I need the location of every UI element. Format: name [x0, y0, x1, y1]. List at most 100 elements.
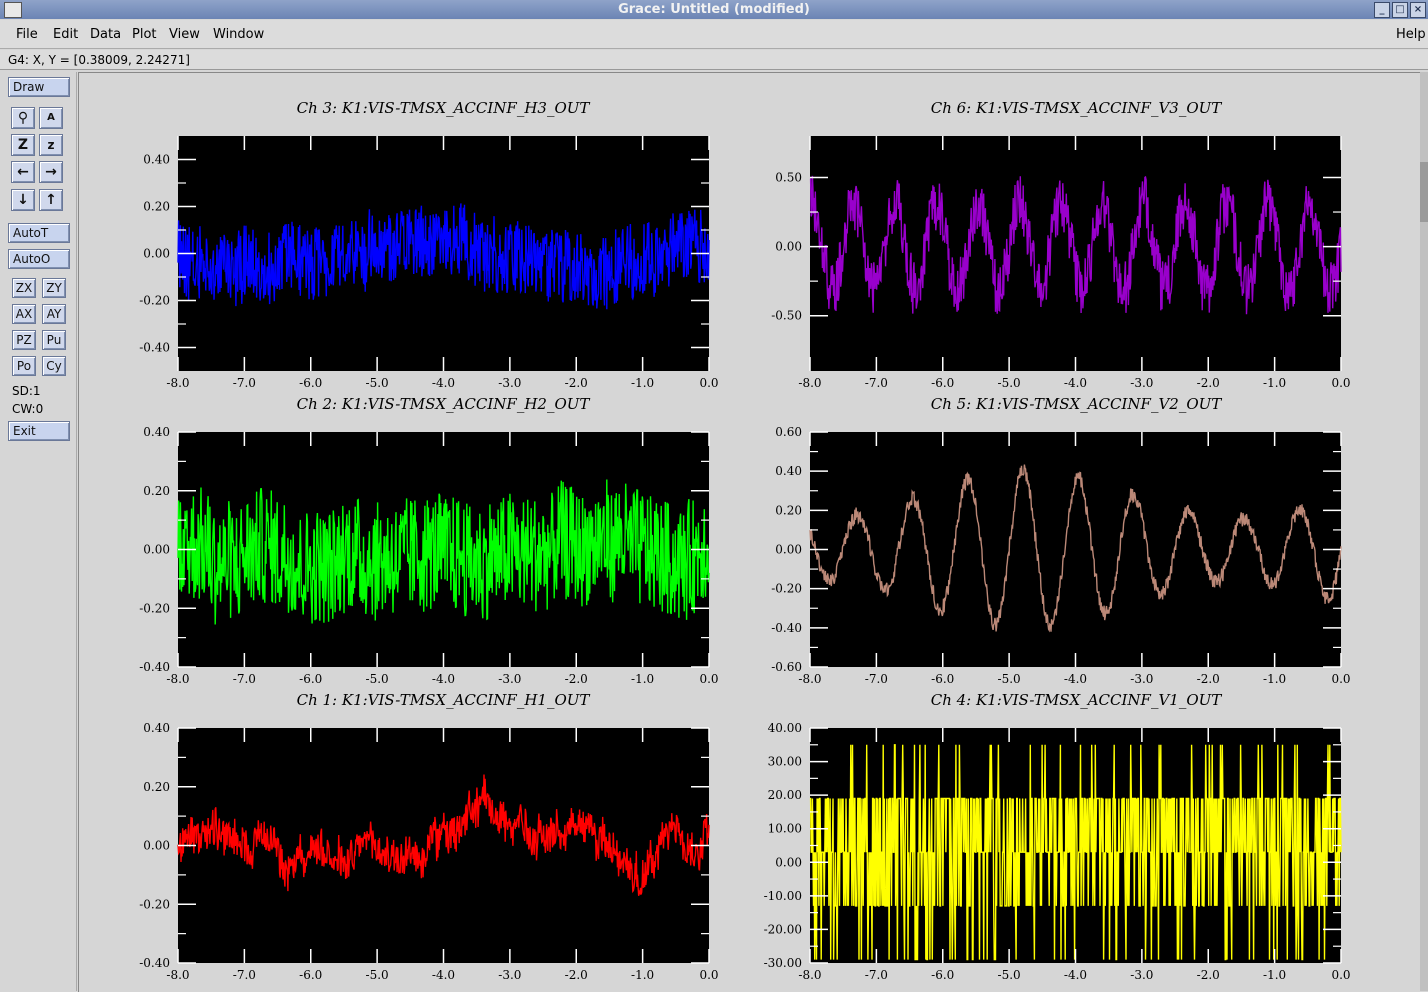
- x-tick-label: 0.0: [699, 968, 718, 982]
- x-tick-label: -6.0: [931, 672, 954, 686]
- x-tick-label: 0.0: [699, 376, 718, 390]
- x-tick-label: -2.0: [565, 672, 588, 686]
- status-sd: SD:1: [12, 384, 41, 398]
- menu-view[interactable]: View: [169, 27, 200, 42]
- x-tick-label: -4.0: [432, 376, 455, 390]
- graph-title-ch2: Ch 2: K1:VIS-TMSX_ACCINF_H2_OUT: [296, 395, 590, 413]
- x-tick-label: -4.0: [1064, 376, 1087, 390]
- autot-button[interactable]: AutoT: [8, 223, 70, 243]
- maximize-icon[interactable]: □: [1392, 2, 1408, 18]
- pu-button[interactable]: Pu: [42, 330, 66, 350]
- x-tick-label: -2.0: [1197, 672, 1220, 686]
- minimize-icon[interactable]: _: [1374, 2, 1390, 18]
- y-tick-label: 0.00: [143, 543, 170, 557]
- x-tick-label: -6.0: [299, 672, 322, 686]
- x-tick-label: -4.0: [432, 672, 455, 686]
- zy-button[interactable]: ZY: [42, 278, 66, 298]
- tool-panel: Draw ⚲ A Z z ← → ↓ ↑ AutoT AutoO ZX ZY A…: [0, 72, 77, 991]
- menu-plot[interactable]: Plot: [132, 27, 157, 42]
- graph-ch1[interactable]: -8.0 -7.0 -6.0 -5.0 -4.0 -3.0 -2.0 -1.0 0.0 -0.40…: [128, 716, 724, 988]
- vertical-scrollbar[interactable]: [1420, 72, 1428, 991]
- y-tick-label: 10.00: [768, 822, 802, 836]
- x-tick-label: -7.0: [233, 968, 256, 982]
- x-tick-label: -7.0: [233, 376, 256, 390]
- autoo-button[interactable]: AutoO: [8, 249, 70, 269]
- autoscale-icon[interactable]: A: [39, 107, 63, 129]
- x-tick-label: -5.0: [998, 968, 1021, 982]
- ay-button[interactable]: AY: [42, 304, 66, 324]
- x-tick-label: -8.0: [166, 376, 189, 390]
- x-tick-label: -6.0: [299, 968, 322, 982]
- menu-window[interactable]: Window: [213, 27, 264, 42]
- x-tick-label: -2.0: [565, 968, 588, 982]
- x-tick-label: -2.0: [1197, 968, 1220, 982]
- x-tick-label: -6.0: [931, 376, 954, 390]
- close-icon[interactable]: ×: [1410, 2, 1426, 18]
- pz-button[interactable]: PZ: [12, 330, 36, 350]
- x-tick-label: -4.0: [1064, 968, 1087, 982]
- zoom-out-icon[interactable]: z: [39, 134, 63, 156]
- menu-data[interactable]: Data: [90, 27, 121, 42]
- x-tick-label: -3.0: [1130, 376, 1153, 390]
- y-tick-label: 40.00: [768, 721, 802, 735]
- menubar: File Edit Data Plot View Window Help: [0, 20, 1428, 49]
- draw-button[interactable]: Draw: [8, 77, 70, 97]
- y-tick-label: -0.20: [139, 294, 170, 308]
- y-tick-label: -0.20: [771, 582, 802, 596]
- plot-area: [178, 728, 709, 963]
- status-cw: CW:0: [12, 402, 44, 416]
- y-tick-label: -0.60: [771, 660, 802, 674]
- x-tick-label: -3.0: [498, 672, 521, 686]
- arrow-left-icon[interactable]: ←: [11, 161, 35, 183]
- y-tick-label: -0.50: [771, 309, 802, 323]
- arrow-up-icon[interactable]: ↑: [39, 189, 63, 211]
- po-button[interactable]: Po: [12, 356, 36, 376]
- x-tick-label: -8.0: [166, 672, 189, 686]
- arrow-right-icon[interactable]: →: [39, 161, 63, 183]
- zoom-icon[interactable]: ⚲: [11, 107, 35, 129]
- x-tick-label: -1.0: [1263, 968, 1286, 982]
- y-tick-label: 0.20: [775, 503, 802, 517]
- exit-button[interactable]: Exit: [8, 421, 70, 441]
- x-tick-label: -3.0: [1130, 968, 1153, 982]
- x-tick-label: -2.0: [1197, 376, 1220, 390]
- x-tick-label: -3.0: [498, 376, 521, 390]
- window-title: Grace: Untitled (modified): [618, 2, 810, 17]
- x-tick-label: -3.0: [1130, 672, 1153, 686]
- x-tick-label: -7.0: [865, 968, 888, 982]
- menu-help[interactable]: Help: [1396, 27, 1426, 42]
- x-tick-label: -1.0: [1263, 672, 1286, 686]
- cy-button[interactable]: Cy: [42, 356, 66, 376]
- graph-title-ch4: Ch 4: K1:VIS-TMSX_ACCINF_V1_OUT: [930, 691, 1222, 709]
- y-tick-label: -0.20: [139, 897, 170, 911]
- y-tick-label: 0.20: [143, 484, 170, 498]
- y-tick-label: 0.00: [775, 240, 802, 254]
- x-tick-label: -5.0: [366, 968, 389, 982]
- ax-button[interactable]: AX: [12, 304, 36, 324]
- menu-file[interactable]: File: [16, 27, 38, 42]
- app-icon[interactable]: [4, 2, 22, 18]
- graph-ch2[interactable]: -8.0 -7.0 -6.0 -5.0 -4.0 -3.0 -2.0 -1.0 0.0 -0.40…: [128, 420, 724, 692]
- arrow-down-icon[interactable]: ↓: [11, 189, 35, 211]
- y-tick-label: -30.00: [764, 956, 802, 970]
- zx-button[interactable]: ZX: [12, 278, 36, 298]
- x-tick-label: -3.0: [498, 968, 521, 982]
- menu-edit[interactable]: Edit: [53, 27, 78, 42]
- window-titlebar: Grace: Untitled (modified) _ □ ×: [0, 0, 1428, 19]
- y-tick-label: 0.20: [143, 780, 170, 794]
- x-tick-label: 0.0: [1331, 672, 1350, 686]
- graph-ch3[interactable]: -8.0 -7.0 -6.0 -5.0 -4.0 -3.0 -2.0 -1.0 0.0 -0.40…: [128, 124, 724, 396]
- graph-title-ch3: Ch 3: K1:VIS-TMSX_ACCINF_H3_OUT: [296, 99, 590, 117]
- scrollbar-thumb[interactable]: [1420, 162, 1428, 222]
- y-tick-label: 0.60: [775, 425, 802, 439]
- y-tick-label: 0.40: [143, 153, 170, 167]
- graph-ch4[interactable]: -8.0 -7.0 -6.0 -5.0 -4.0 -3.0 -2.0 -1.0 0.0 -30.0…: [760, 716, 1356, 988]
- zoom-in-icon[interactable]: Z: [11, 134, 35, 156]
- graph-ch5[interactable]: -8.0 -7.0 -6.0 -5.0 -4.0 -3.0 -2.0 -1.0 0.0 -0.60…: [760, 420, 1356, 692]
- y-tick-label: 0.00: [775, 543, 802, 557]
- graph-ch6[interactable]: -8.0 -7.0 -6.0 -5.0 -4.0 -3.0 -2.0 -1.0 0.0 -0.50…: [760, 124, 1356, 396]
- x-tick-label: -1.0: [631, 376, 654, 390]
- y-tick-label: -10.00: [764, 889, 802, 903]
- x-tick-label: -1.0: [631, 968, 654, 982]
- x-tick-label: -5.0: [366, 672, 389, 686]
